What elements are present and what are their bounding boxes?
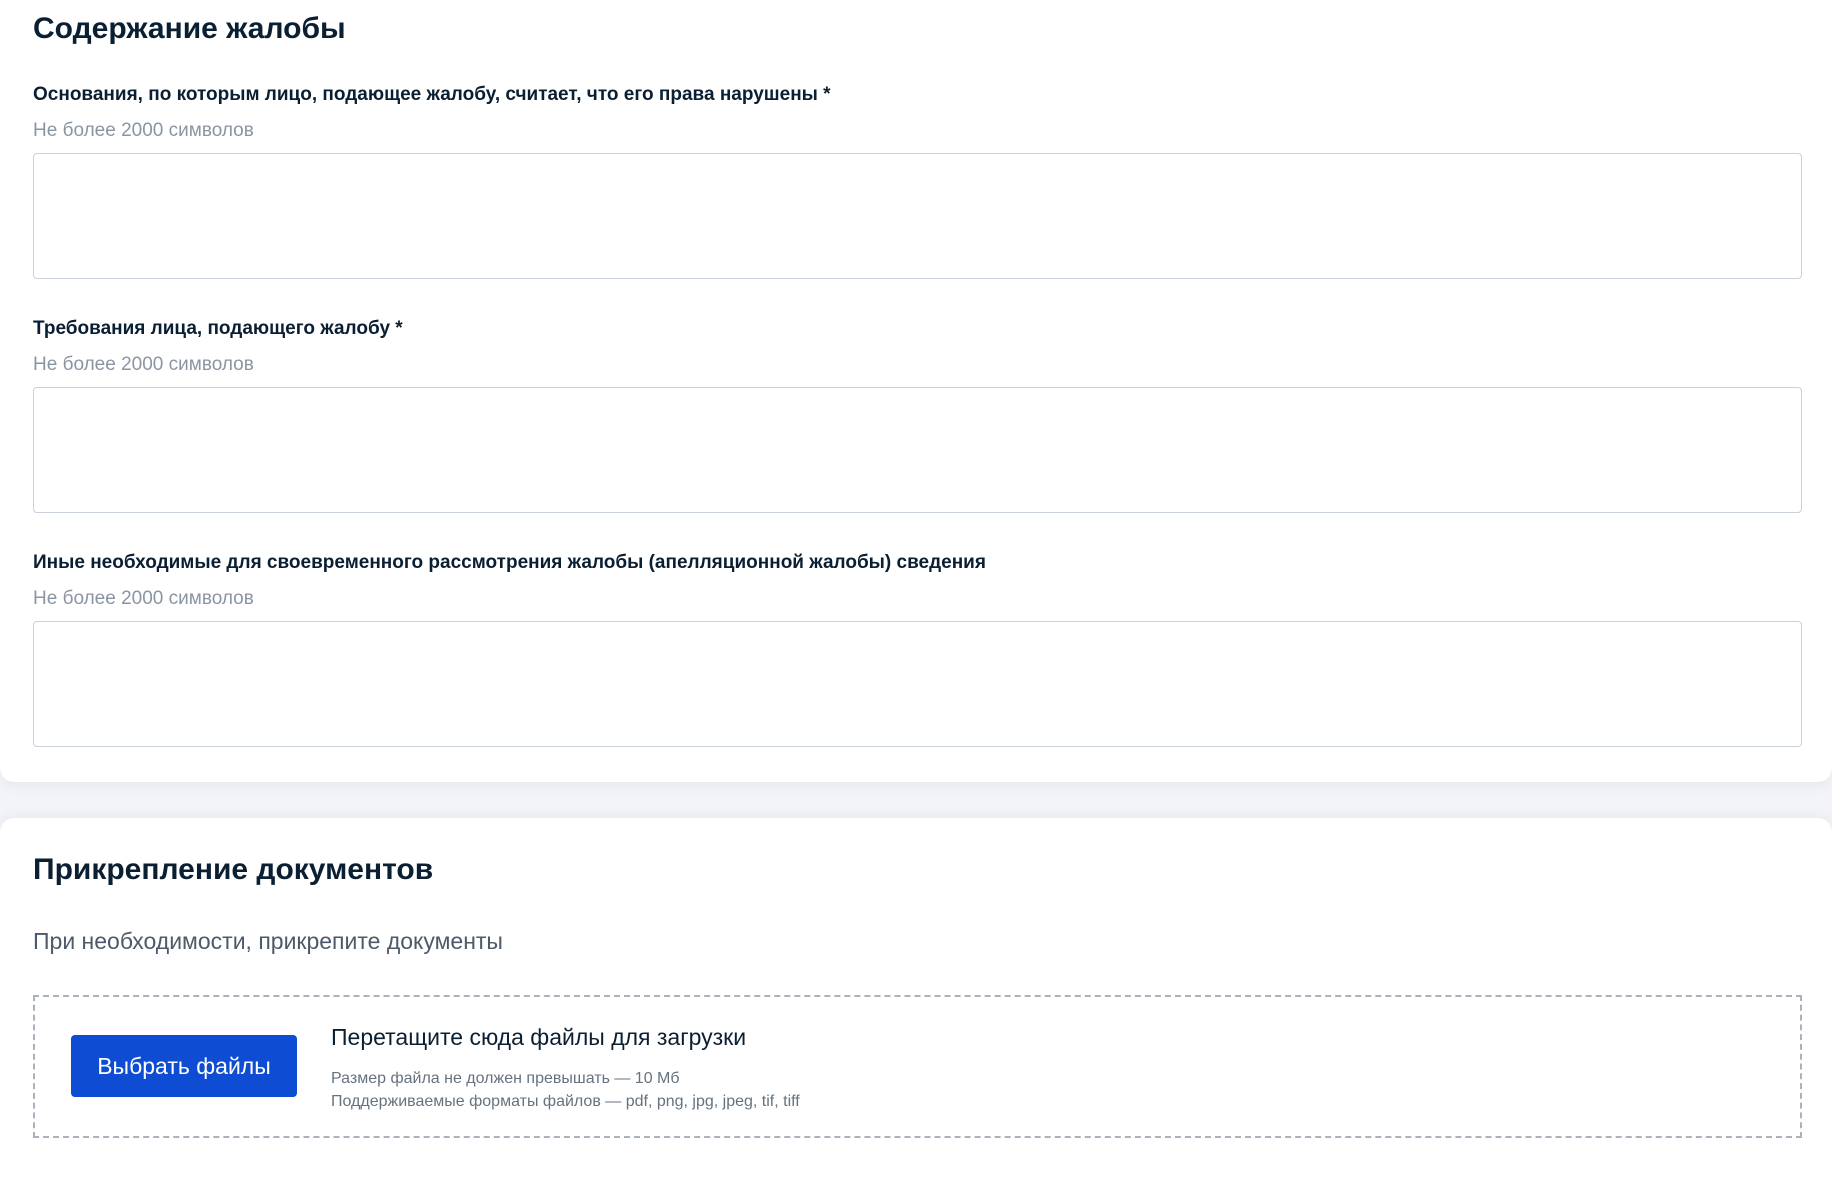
dropzone-title: Перетащите сюда файлы для загрузки xyxy=(331,1024,747,1050)
field-hint-grounds: Не более 2000 символов xyxy=(33,120,254,141)
file-dropzone[interactable]: Выбрать файлы Перетащите сюда файлы для … xyxy=(33,995,1802,1138)
field-label-other-info: Иные необходимые для своевременного расс… xyxy=(33,552,986,573)
requirements-textarea[interactable] xyxy=(33,387,1802,513)
file-formats-note: Поддерживаемые форматы файлов — pdf, png… xyxy=(331,1093,800,1110)
complaint-content-section: Содержание жалобы Основания, по которым … xyxy=(0,0,1832,782)
field-label-requirements: Требования лица, подающего жалобу * xyxy=(33,318,403,339)
field-label-grounds: Основания, по которым лицо, подающее жал… xyxy=(33,84,831,105)
other-info-textarea[interactable] xyxy=(33,621,1802,747)
field-hint-other-info: Не более 2000 символов xyxy=(33,588,254,609)
section-title-documents: Прикрепление документов xyxy=(33,853,434,886)
documents-hint: При необходимости, прикрепите документы xyxy=(33,928,503,954)
documents-attachment-section: Прикрепление документов При необходимост… xyxy=(0,818,1832,1203)
grounds-textarea[interactable] xyxy=(33,153,1802,279)
file-size-note: Размер файла не должен превышать — 10 Мб xyxy=(331,1070,680,1087)
choose-files-button[interactable]: Выбрать файлы xyxy=(71,1035,297,1097)
field-hint-requirements: Не более 2000 символов xyxy=(33,354,254,375)
section-title-complaint-content: Содержание жалобы xyxy=(33,12,346,45)
